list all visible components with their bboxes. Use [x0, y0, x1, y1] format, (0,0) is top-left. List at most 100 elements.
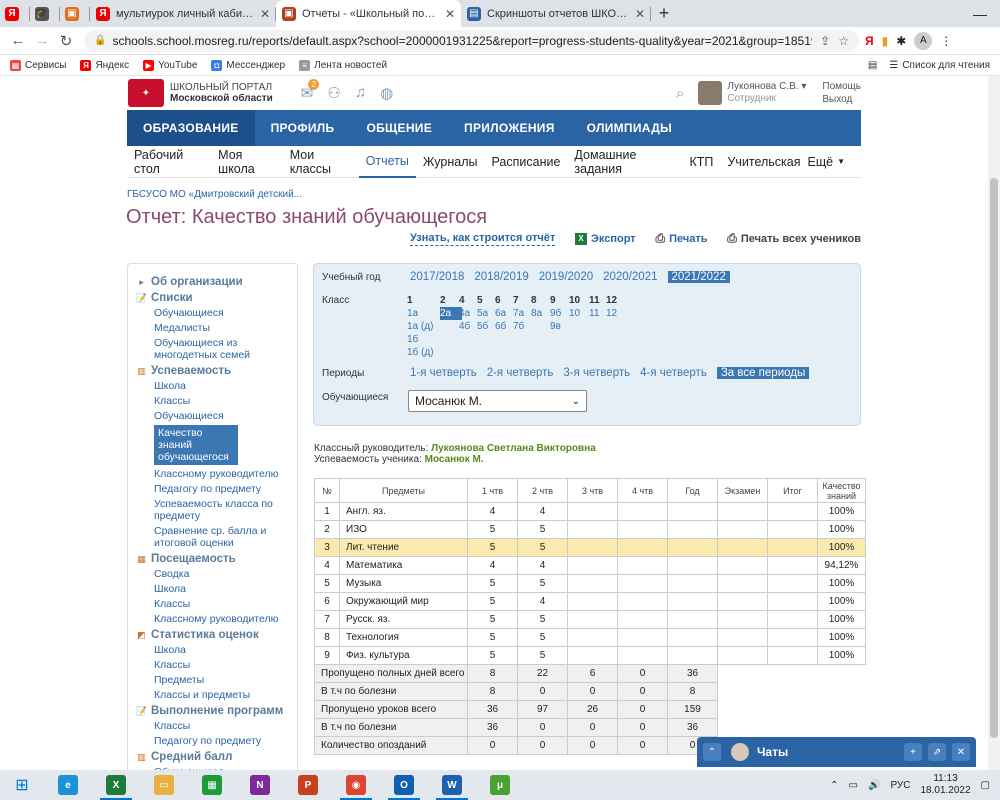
- print-button[interactable]: ⎙ Печать: [655, 231, 707, 246]
- sidebar-item[interactable]: Успеваемость класса по предмету: [136, 498, 297, 522]
- new-tab-icon[interactable]: +: [651, 0, 677, 27]
- sidebar-item[interactable]: Медалисты: [136, 322, 297, 334]
- sidebar-item[interactable]: Классы: [136, 598, 297, 610]
- class-option[interactable]: 7б: [513, 320, 535, 333]
- sidebar-item[interactable]: Обучающиеся: [136, 307, 297, 319]
- student-select[interactable]: Мосанюк М. ⌄: [408, 390, 587, 412]
- bookmark-news[interactable]: ≡ Лента новостей: [299, 59, 387, 71]
- sidebar-item[interactable]: Классы: [136, 659, 297, 671]
- taskbar-app-word[interactable]: W: [428, 770, 476, 800]
- browser-tab[interactable]: 🎓: [30, 0, 60, 27]
- sidebar-item[interactable]: Классному руководителю: [136, 613, 297, 625]
- class-option[interactable]: 9в: [550, 320, 572, 333]
- year-option[interactable]: 2018/2019: [474, 271, 528, 283]
- close-icon[interactable]: ✕: [629, 7, 645, 21]
- class-option[interactable]: 1б (д): [407, 346, 443, 359]
- sidebar-item[interactable]: Предметы: [136, 674, 297, 686]
- main-nav-item[interactable]: ОБЩЕНИЕ: [350, 110, 448, 146]
- bookmark-services[interactable]: ▦ Сервисы: [10, 59, 66, 71]
- user-menu[interactable]: Лукоянова С.В. ▾ Сотрудник: [698, 81, 806, 105]
- year-option[interactable]: 2021/2022: [667, 271, 730, 283]
- notifications-icon[interactable]: ▢: [981, 780, 990, 791]
- forward-icon[interactable]: →: [30, 32, 54, 49]
- close-icon[interactable]: ✕: [254, 7, 270, 21]
- period-option[interactable]: 2-я четверть: [487, 367, 554, 379]
- subnav-more-button[interactable]: Ещё ▼: [808, 155, 862, 169]
- breadcrumb[interactable]: ГБСУСО МО «Дмитровский детский...: [127, 189, 302, 200]
- how-report-link[interactable]: Узнать, как строится отчёт: [410, 231, 556, 246]
- page-scrollbar[interactable]: [988, 76, 1000, 770]
- search-icon[interactable]: ⌕: [676, 85, 684, 102]
- period-option[interactable]: За все периоды: [716, 367, 810, 379]
- sidebar-item[interactable]: Обучающиеся: [136, 410, 297, 422]
- sidebar-item[interactable]: Сравнение ср. балла и итоговой оценки: [136, 525, 297, 549]
- add-chat-icon[interactable]: +: [904, 743, 922, 761]
- language-indicator[interactable]: РУС: [890, 780, 910, 791]
- year-option[interactable]: 2019/2020: [539, 271, 593, 283]
- bell-icon[interactable]: ♫: [355, 84, 366, 102]
- sidebar-item[interactable]: Классы: [136, 395, 297, 407]
- sidebar-item[interactable]: Сводка: [136, 568, 297, 580]
- portal-logo[interactable]: ✦: [128, 79, 164, 107]
- share-icon[interactable]: ⇪: [820, 34, 830, 48]
- star-icon[interactable]: ☆: [838, 34, 849, 48]
- taskbar-app-edge[interactable]: e: [44, 770, 92, 800]
- sub-nav-item[interactable]: Отчеты: [358, 146, 416, 178]
- bookmark-messenger[interactable]: ◘ Мессенджер: [211, 59, 285, 71]
- main-nav-item[interactable]: ОБРАЗОВАНИЕ: [127, 110, 255, 146]
- external-link-icon[interactable]: ⇗: [928, 743, 946, 761]
- class-option[interactable]: 1а: [407, 307, 443, 320]
- chevron-up-icon[interactable]: ⌃: [830, 780, 838, 791]
- sidebar-item[interactable]: Классы: [136, 720, 297, 732]
- chat-title[interactable]: Чаты: [757, 745, 788, 759]
- browser-tab[interactable]: ▣ Отчеты - «Школьный портал» ✕: [276, 0, 461, 27]
- sub-nav-item[interactable]: Расписание: [485, 146, 568, 178]
- period-option[interactable]: 4-я четверть: [640, 367, 707, 379]
- messages-icon[interactable]: ✉ 2: [301, 79, 320, 102]
- puzzle-icon[interactable]: ✱: [896, 34, 906, 48]
- browser-tab[interactable]: Ямультиурок личный кабинет вх✕: [90, 0, 276, 27]
- profile-icon[interactable]: ⚇: [327, 84, 340, 102]
- class-option[interactable]: 10: [569, 307, 591, 320]
- year-option[interactable]: 2017/2018: [410, 271, 464, 283]
- taskbar-app-utorrent[interactable]: μ: [476, 770, 524, 800]
- windows-start-icon[interactable]: ⊞: [0, 770, 44, 800]
- sidebar-item[interactable]: Классы и предметы: [136, 689, 297, 701]
- yandex-ext-icon[interactable]: Я: [865, 34, 874, 48]
- volume-icon[interactable]: 🔊: [868, 780, 880, 791]
- period-option[interactable]: 3-я четверть: [563, 367, 630, 379]
- browser-tab[interactable]: ▣: [60, 0, 90, 27]
- reload-icon[interactable]: ↻: [54, 32, 78, 50]
- network-icon[interactable]: ▭: [849, 780, 858, 791]
- sub-nav-item[interactable]: Домашние задания: [567, 146, 682, 178]
- period-option[interactable]: 1-я четверть: [410, 367, 477, 379]
- ext-icon[interactable]: ▮: [882, 34, 889, 48]
- main-nav-item[interactable]: ПРОФИЛЬ: [255, 110, 351, 146]
- sidebar-item[interactable]: Школа: [136, 644, 297, 656]
- year-option[interactable]: 2020/2021: [603, 271, 657, 283]
- sidebar-item[interactable]: Школа: [136, 583, 297, 595]
- export-button[interactable]: X Экспорт: [575, 231, 636, 246]
- bookmarks-menu-icon[interactable]: ▤: [868, 60, 877, 71]
- back-icon[interactable]: ←: [6, 32, 30, 49]
- sub-nav-item[interactable]: Моя школа: [211, 146, 283, 178]
- sub-nav-item[interactable]: Рабочий стол: [127, 146, 211, 178]
- sub-nav-item[interactable]: Мои классы: [283, 146, 359, 178]
- minimize-icon[interactable]: —: [960, 0, 1000, 27]
- reading-list-button[interactable]: ☰ Список для чтения: [889, 60, 990, 71]
- browser-tab[interactable]: Я: [0, 0, 30, 27]
- taskbar-app-chrome[interactable]: ◉: [332, 770, 380, 800]
- chevron-up-icon[interactable]: ⌃: [703, 743, 721, 761]
- sub-nav-item[interactable]: КТП: [683, 146, 721, 178]
- profile-avatar[interactable]: A: [914, 31, 933, 50]
- taskbar-app-explorer[interactable]: ▭: [140, 770, 188, 800]
- taskbar-app-onenote[interactable]: N: [236, 770, 284, 800]
- logout-link[interactable]: Выход: [822, 93, 861, 106]
- main-nav-item[interactable]: ОЛИМПИАДЫ: [571, 110, 688, 146]
- help-link[interactable]: Помощь: [822, 80, 861, 93]
- bookmark-yandex[interactable]: Я Яндекс: [80, 59, 129, 71]
- sidebar-item[interactable]: Классному руководителю: [136, 468, 297, 480]
- sidebar-item[interactable]: Школа: [136, 380, 297, 392]
- sidebar-item[interactable]: Качество знаний обучающегося: [154, 425, 238, 465]
- taskbar-app-outlook[interactable]: O: [380, 770, 428, 800]
